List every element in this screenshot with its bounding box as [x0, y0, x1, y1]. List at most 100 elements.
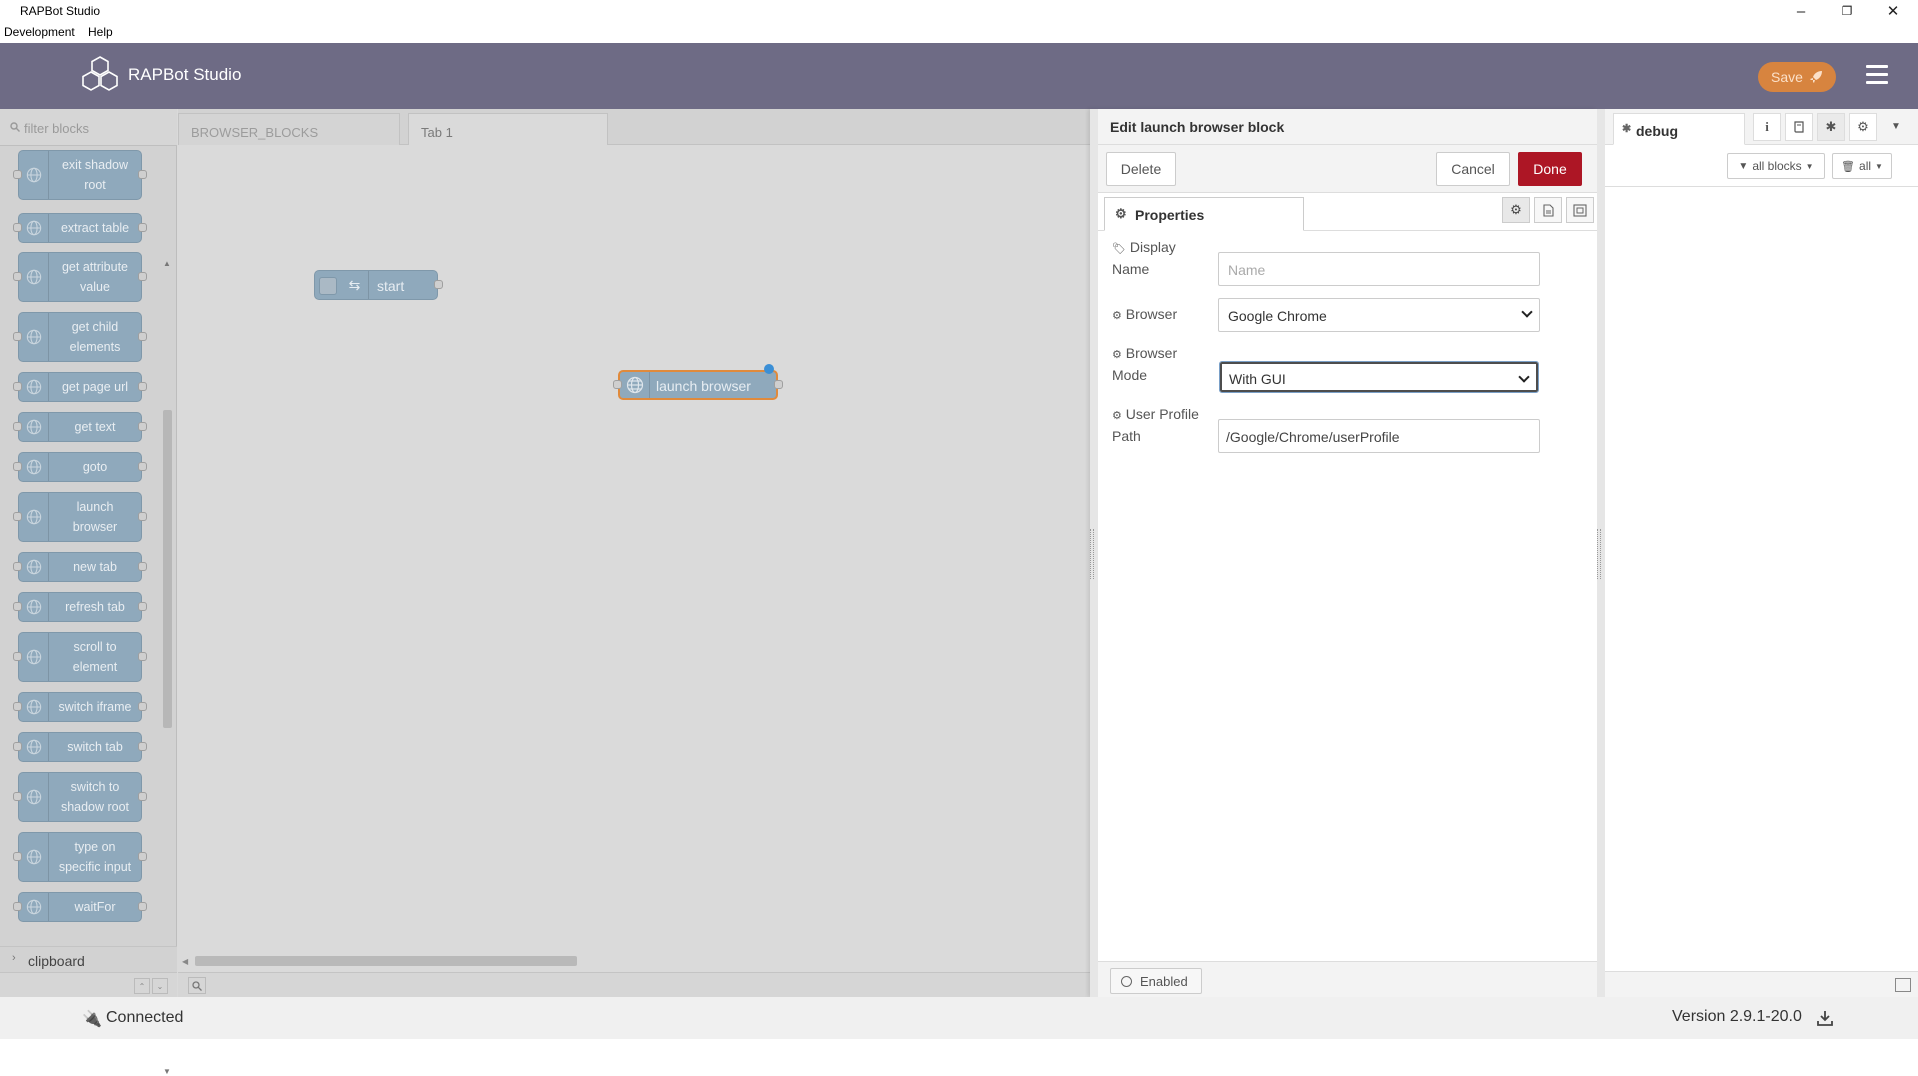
palette-node-label: get text [74, 420, 116, 434]
description-icon[interactable] [1534, 197, 1562, 223]
logo-icon [82, 56, 118, 91]
debug-bug-icon[interactable]: ✱ [1817, 113, 1845, 141]
maximize-button[interactable]: ❐ [1824, 0, 1870, 22]
palette-scroll-thumb[interactable] [163, 410, 172, 728]
palette-node[interactable]: type on specific input [13, 832, 147, 882]
sidebar-dropdown-icon[interactable]: ▼ [1891, 121, 1901, 132]
info-icon[interactable]: i [1753, 113, 1781, 141]
palette-node[interactable]: get child elements [13, 312, 147, 362]
caret-down-icon: ▼ [1875, 161, 1883, 171]
filter-all-blocks-button[interactable]: ▼ all blocks ▼ [1727, 153, 1825, 179]
filter-placeholder: filter blocks [24, 121, 90, 136]
search-icon[interactable] [188, 977, 206, 994]
scroll-up-arrow-icon[interactable]: ▲ [163, 259, 171, 268]
tray-header: Edit launch browser block [1098, 109, 1597, 145]
palette-node[interactable]: switch iframe [13, 692, 147, 722]
debug-tab-label: debug [1636, 123, 1678, 139]
launch-browser-node[interactable]: launch browser [613, 364, 783, 400]
filter-blocks-input[interactable]: filter blocks [0, 109, 177, 146]
category-label: clipboard [28, 953, 85, 969]
clear-all-button[interactable]: 🗑 all ▼ [1832, 153, 1892, 179]
input-port [13, 742, 22, 751]
display-name-input[interactable]: Name [1218, 252, 1540, 286]
minimize-button[interactable]: – [1778, 0, 1824, 22]
palette-node[interactable]: switch to shadow root [13, 772, 147, 822]
input-port [13, 223, 22, 232]
output-port[interactable] [774, 380, 783, 389]
category-clipboard[interactable]: › clipboard [0, 946, 177, 972]
tab-browser-blocks[interactable]: BROWSER_BLOCKS [178, 113, 400, 145]
hamburger-menu-icon[interactable] [1866, 65, 1888, 85]
start-node[interactable]: ⇆ start [314, 270, 443, 300]
globe-icon [19, 693, 49, 721]
palette-node-label: get child elements [69, 320, 121, 354]
palette-node[interactable]: new tab [13, 552, 147, 582]
palette-node[interactable]: launch browser [13, 492, 147, 542]
monitor-icon[interactable] [1895, 978, 1911, 992]
resize-handle[interactable] [1597, 529, 1601, 579]
palette-node[interactable]: get page url [13, 372, 147, 402]
scroll-left-arrow-icon[interactable]: ◀ [182, 957, 188, 966]
close-button[interactable]: ✕ [1870, 0, 1916, 22]
debug-toolbar: ▼ all blocks ▼ 🗑 all ▼ [1605, 145, 1918, 187]
collapse-up-icon[interactable]: ⌃ [134, 978, 150, 994]
settings-gear-icon[interactable]: ⚙ [1502, 197, 1530, 223]
globe-icon [19, 553, 49, 581]
palette-node[interactable]: extract table [13, 213, 147, 243]
palette-node-label: switch iframe [58, 700, 132, 714]
tab-properties[interactable]: ⚙ Properties [1104, 197, 1304, 231]
block-palette: filter blocks exit shadow root extract tab… [0, 109, 177, 1076]
palette-node[interactable]: waitFor [13, 892, 147, 922]
browser-select-value: Google Chrome [1228, 308, 1327, 324]
menu-bar: Development Help [0, 22, 1918, 43]
cancel-button[interactable]: Cancel [1436, 152, 1510, 186]
sidebar: ✱ debug i ✱ ⚙ ▼ ▼ all blocks ▼ 🗑 all ▼ [1597, 109, 1918, 997]
canvas-horizontal-scrollbar[interactable] [195, 956, 577, 966]
tab-label: Tab 1 [421, 125, 453, 140]
output-port[interactable] [434, 280, 443, 289]
menu-development[interactable]: Development [4, 25, 75, 39]
tab-tab-1[interactable]: Tab 1 [408, 113, 608, 145]
browser-mode-select[interactable]: With GUI [1219, 361, 1539, 393]
save-label: Save [1771, 69, 1803, 85]
tab-debug[interactable]: ✱ debug [1613, 113, 1745, 145]
output-port [138, 852, 147, 861]
input-port[interactable] [613, 380, 622, 389]
save-button[interactable]: Save [1758, 62, 1836, 92]
collapse-down-icon[interactable]: ⌄ [152, 978, 168, 994]
palette-node[interactable]: goto [13, 452, 147, 482]
user-profile-input[interactable]: /Google/Chrome/userProfile [1218, 419, 1540, 453]
inject-button[interactable] [319, 277, 337, 295]
palette-node[interactable]: scroll to element [13, 632, 147, 682]
caret-down-icon: ▼ [1805, 161, 1814, 171]
resize-handle[interactable] [1090, 529, 1094, 579]
display-name-label: 🏷 Display Name [1112, 239, 1176, 277]
globe-icon [19, 733, 49, 761]
cogs-icon: ⚙ [1112, 310, 1122, 322]
menu-help[interactable]: Help [88, 25, 113, 39]
palette-node[interactable]: switch tab [13, 732, 147, 762]
palette-node[interactable]: exit shadow root [13, 150, 147, 200]
browser-select[interactable]: Google Chrome [1218, 298, 1540, 332]
launch-node-label: launch browser [656, 378, 751, 394]
palette-node[interactable]: get attribute value [13, 252, 147, 302]
book-icon[interactable] [1785, 113, 1813, 141]
globe-icon [19, 151, 49, 199]
arrows-icon: ⇆ [341, 271, 369, 299]
enabled-toggle[interactable]: Enabled [1110, 968, 1202, 994]
config-gear-icon[interactable]: ⚙ [1849, 113, 1877, 141]
palette-node[interactable]: refresh tab [13, 592, 147, 622]
properties-tab-label: Properties [1135, 207, 1205, 223]
delete-button[interactable]: Delete [1106, 152, 1176, 186]
chevron-down-icon [1518, 371, 1530, 383]
done-button[interactable]: Done [1518, 152, 1582, 186]
tab-label: BROWSER_BLOCKS [191, 125, 319, 140]
palette-node-label: waitFor [74, 900, 116, 914]
scroll-down-arrow-icon[interactable]: ▼ [163, 1067, 171, 1076]
appearance-icon[interactable] [1566, 197, 1594, 223]
input-port [13, 422, 22, 431]
download-icon[interactable] [1816, 1009, 1834, 1027]
start-node-label: start [377, 278, 405, 294]
input-port [13, 792, 22, 801]
palette-node[interactable]: get text [13, 412, 147, 442]
